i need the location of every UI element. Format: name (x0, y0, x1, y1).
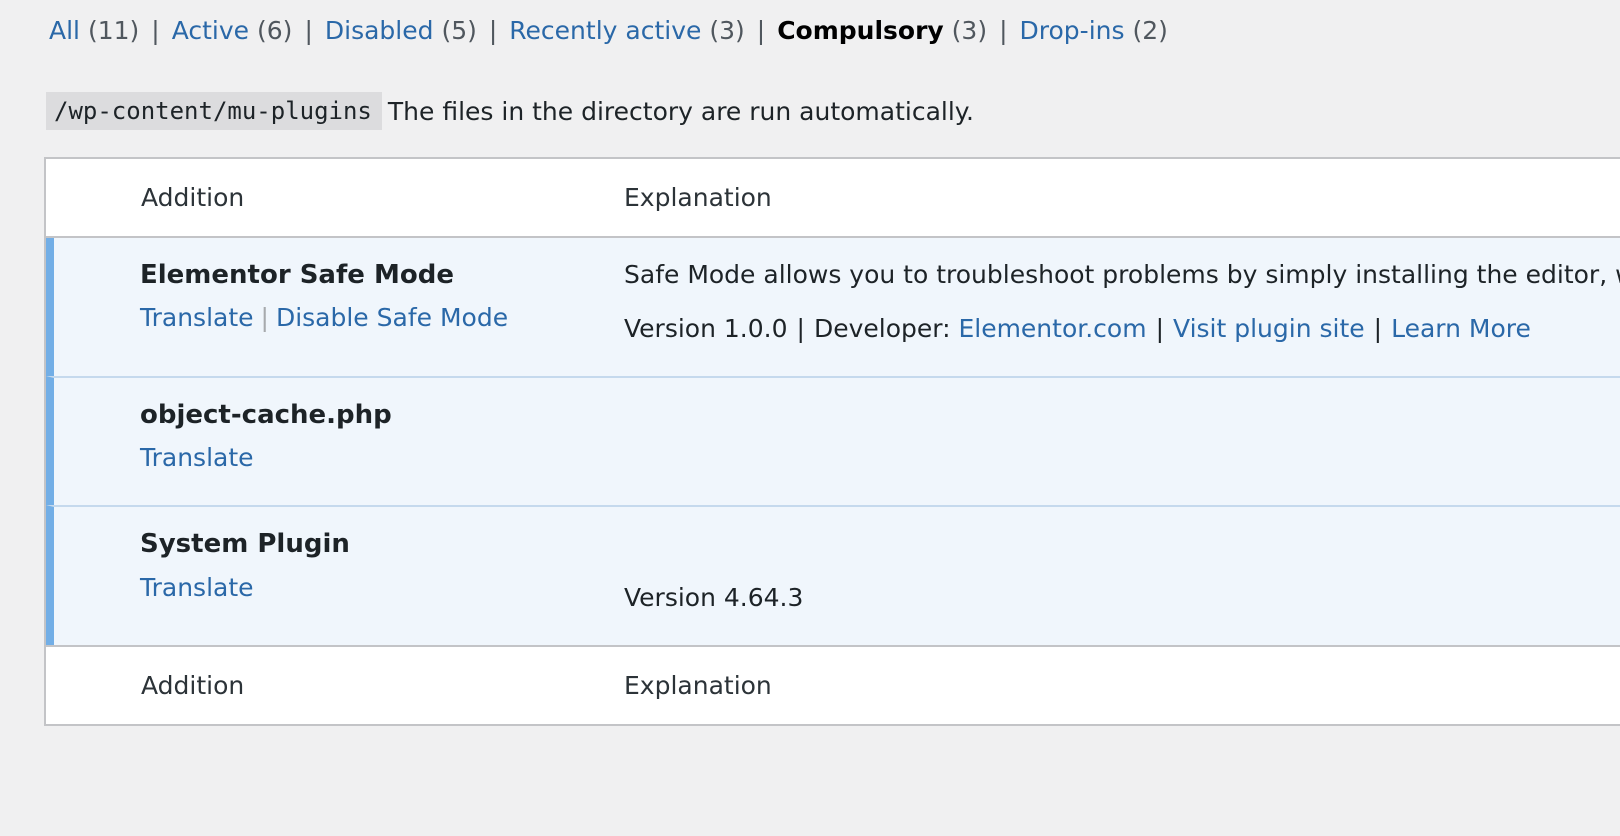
mu-plugins-directory-note: /wp-content/mu-plugins The files in the … (46, 90, 974, 132)
plugin-version: Version 1.0.0 (624, 314, 788, 343)
plugin-status-filters: All (11) | Active (6) | Disabled (5) | Recentl… (49, 14, 1168, 48)
table-header: Addition Explanation (46, 159, 1620, 238)
meta-separator: | (796, 314, 805, 343)
directory-description: The files in the directory are run autom… (387, 96, 974, 126)
filter-active-count: (6) (257, 16, 293, 45)
table-row-object-cache: object-cache.php Translate (46, 376, 1620, 505)
filter-recently-active-link[interactable]: Recently active (509, 16, 701, 45)
plugin-meta: Version 1.0.0 | Developer: Elementor.com | V… (624, 314, 1531, 343)
visit-plugin-site-link[interactable]: Visit plugin site (1173, 314, 1365, 343)
plugin-version: Version 4.64.3 (624, 583, 804, 612)
filter-separator: | (151, 16, 160, 45)
row-actions: Translate (140, 573, 254, 602)
column-footer-plugin[interactable]: Addition (141, 671, 244, 700)
filter-all-link[interactable]: All (49, 16, 80, 45)
translate-link[interactable]: Translate (140, 443, 254, 472)
filter-active-link[interactable]: Active (172, 16, 249, 45)
translate-link[interactable]: Translate (140, 573, 254, 602)
plugins-table: Addition Explanation Elementor Safe Mode… (44, 157, 1620, 726)
filter-compulsory[interactable]: Compulsory (3) (777, 16, 987, 45)
filter-recently-active-count: (3) (709, 16, 745, 45)
filter-recently-active[interactable]: Recently active (3) (509, 16, 744, 45)
row-actions: Translate | Disable Safe Mode (140, 303, 508, 332)
table-row-elementor-safe-mode: Elementor Safe Mode Translate | Disable Sa… (46, 238, 1620, 376)
filter-disabled-count: (5) (441, 16, 477, 45)
filter-active[interactable]: Active (6) (172, 16, 293, 45)
filter-compulsory-current[interactable]: Compulsory (777, 16, 944, 45)
plugin-name: object-cache.php (140, 400, 392, 430)
disable-safe-mode-link[interactable]: Disable Safe Mode (276, 303, 508, 332)
meta-separator: | (1373, 314, 1383, 343)
column-footer-description[interactable]: Explanation (624, 671, 772, 700)
action-separator: | (260, 303, 269, 332)
translate-link[interactable]: Translate (140, 303, 254, 332)
filter-disabled-link[interactable]: Disabled (325, 16, 434, 45)
filter-drop-ins[interactable]: Drop-ins (2) (1020, 16, 1168, 45)
plugin-meta: Version 4.64.3 (624, 583, 803, 612)
plugin-description: Safe Mode allows you to troubleshoot pro… (624, 260, 1620, 289)
developer-link[interactable]: Elementor.com (958, 314, 1146, 343)
learn-more-link[interactable]: Learn More (1391, 314, 1531, 343)
table-footer: Addition Explanation (46, 645, 1620, 724)
developer-label: Developer: (813, 314, 951, 343)
filter-separator: | (756, 16, 766, 45)
directory-path: /wp-content/mu-plugins (46, 92, 382, 130)
filter-separator: | (304, 16, 313, 45)
filter-separator: | (488, 16, 498, 45)
filter-drop-ins-count: (2) (1132, 16, 1168, 45)
column-header-description[interactable]: Explanation (624, 183, 772, 212)
filter-separator: | (999, 16, 1008, 45)
table-row-system-plugin: System Plugin Translate Version 4.64.3 (46, 505, 1620, 645)
column-header-plugin[interactable]: Addition (141, 183, 244, 212)
filter-all[interactable]: All (11) (49, 16, 139, 45)
row-actions: Translate (140, 443, 254, 472)
filter-drop-ins-link[interactable]: Drop-ins (1020, 16, 1125, 45)
plugin-name: Elementor Safe Mode (140, 260, 454, 290)
filter-compulsory-count: (3) (951, 16, 988, 45)
meta-separator: | (1155, 314, 1165, 343)
plugin-name: System Plugin (140, 529, 350, 559)
filter-disabled[interactable]: Disabled (5) (325, 16, 477, 45)
filter-all-count: (11) (87, 16, 140, 45)
